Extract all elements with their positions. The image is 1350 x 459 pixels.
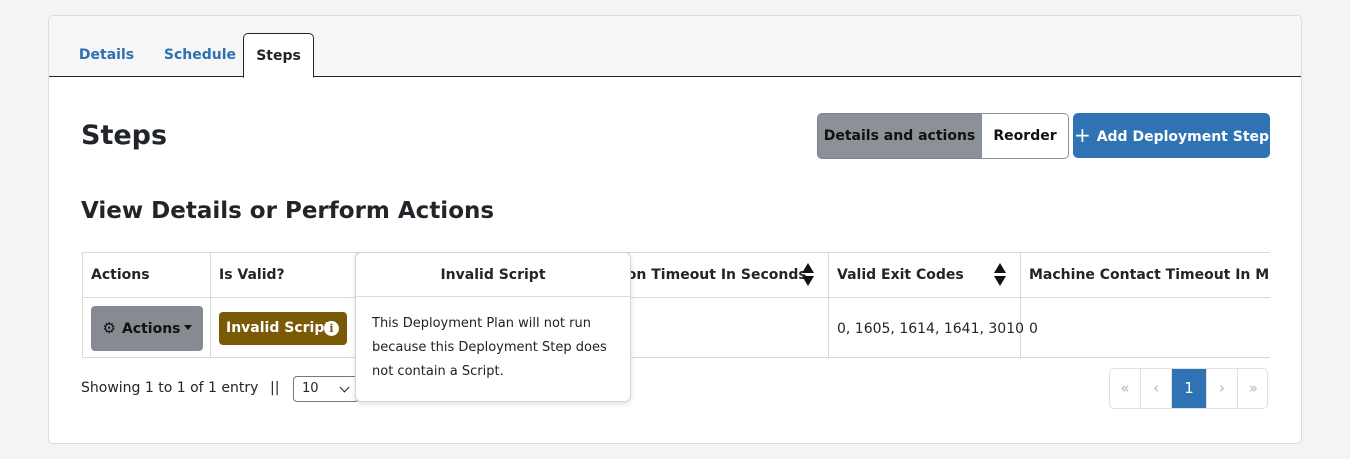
tab-steps[interactable]: Steps (243, 33, 314, 78)
pagination-first[interactable]: « (1110, 369, 1141, 408)
table-cell-actions: ⚙ Actions (82, 297, 211, 357)
section-title: View Details or Perform Actions (81, 198, 495, 224)
add-deployment-step-button[interactable]: + Add Deployment Step (1073, 113, 1270, 158)
info-icon[interactable]: i (324, 321, 339, 336)
row-actions-label: Actions (121, 321, 181, 337)
reorder-toggle[interactable]: Reorder (981, 113, 1069, 159)
invalid-script-label: Invalid Script (226, 320, 332, 336)
separator: || (270, 380, 280, 396)
details-and-actions-toggle[interactable]: Details and actions (817, 113, 982, 159)
chevron-down-icon (339, 382, 350, 393)
add-deployment-step-label: Add Deployment Step (1096, 129, 1270, 145)
table-cell-machine-contact-timeout: 0 (1021, 297, 1270, 357)
popover-title: Invalid Script (356, 253, 630, 297)
deployment-plan-card: Details Schedule Steps Steps Details and… (48, 15, 1302, 444)
invalid-script-popover: Invalid Script This Deployment Plan will… (355, 252, 631, 402)
column-header-valid-exit-codes-label: Valid Exit Codes (837, 267, 964, 283)
pagination-prev[interactable]: ‹ (1141, 369, 1172, 408)
popover-body: This Deployment Plan will not run becaus… (372, 316, 607, 379)
tab-details[interactable]: Details (69, 33, 144, 77)
column-header-valid-exit-codes[interactable]: Valid Exit Codes (829, 253, 1021, 297)
pagination-page-1[interactable]: 1 (1172, 369, 1207, 408)
steps-table: Actions Is Valid? ion Timeout In Seconds… (82, 252, 1270, 358)
sort-icon[interactable] (802, 261, 814, 289)
page-title: Steps (81, 120, 168, 151)
column-header-execution-timeout-label: ion Timeout In Seconds (622, 267, 807, 283)
pagination-last[interactable]: » (1238, 369, 1267, 408)
page-size-value: 10 (302, 381, 319, 396)
caret-down-icon (183, 325, 192, 330)
column-header-is-valid: Is Valid? (211, 253, 357, 297)
invalid-script-badge[interactable]: Invalid Script i (219, 312, 347, 345)
table-cell-is-valid: Invalid Script i (211, 297, 357, 357)
pagination-next[interactable]: › (1207, 369, 1238, 408)
row-actions-button[interactable]: ⚙ Actions (91, 306, 203, 351)
column-header-machine-contact-timeout: Machine Contact Timeout In Minute (1021, 253, 1270, 297)
tab-schedule[interactable]: Schedule (154, 33, 246, 77)
tab-bar: Details Schedule Steps (49, 16, 1301, 78)
pagination: « ‹ 1 › » (1109, 368, 1268, 409)
table-cell-valid-exit-codes: 0, 1605, 1614, 1641, 3010 (829, 297, 1024, 357)
entries-info: Showing 1 to 1 of 1 entry (81, 380, 259, 396)
gear-icon: ⚙ (102, 319, 116, 337)
plus-icon: + (1073, 123, 1091, 147)
column-header-actions: Actions (82, 253, 211, 297)
sort-icon[interactable] (994, 261, 1006, 289)
page-size-select[interactable]: 10 (293, 376, 359, 402)
